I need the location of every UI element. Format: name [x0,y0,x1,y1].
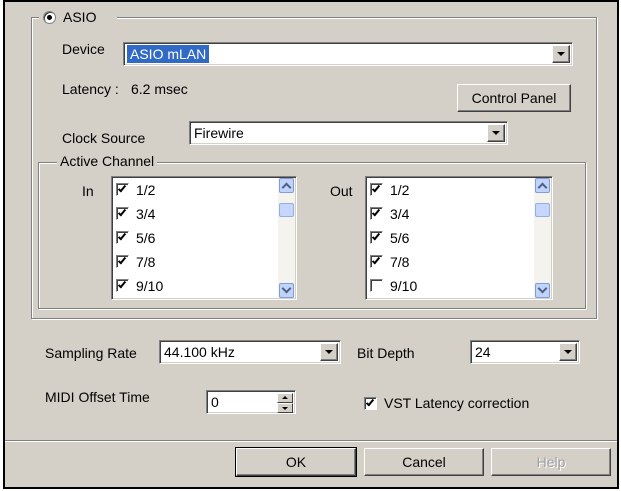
sampling-rate-combo[interactable]: 44.100 kHz [159,340,341,364]
sampling-rate-label: Sampling Rate [45,345,137,361]
in-label: In [82,183,94,199]
bit-depth-value: 24 [475,344,491,360]
cancel-label: Cancel [402,454,446,470]
chevron-up-icon [281,182,292,193]
in-channel-label: 9/10 [136,278,164,294]
out-channel-label: 9/10 [390,278,418,294]
midi-offset-label: MIDI Offset Time [45,389,150,405]
chevron-down-icon [281,283,292,294]
device-combo[interactable]: ASIO mLAN [123,42,573,66]
out-channel-label: 7/8 [390,254,410,270]
checkmark-icon [117,255,127,265]
vst-latency-checkbox[interactable] [364,397,377,410]
asio-group-legend[interactable]: ASIO [39,8,117,26]
out-label: Out [330,183,353,199]
bit-depth-combo[interactable]: 24 [470,340,580,364]
control-panel-label: Control Panel [471,90,557,106]
in-channel-label: 1/2 [136,182,156,198]
checkmark-icon [117,279,127,289]
asio-radio[interactable] [43,11,56,24]
spin-down-icon [282,407,288,410]
scroll-down-icon[interactable] [535,283,550,298]
chevron-up-icon [537,182,548,193]
scroll-down-icon[interactable] [279,283,294,298]
latency-value: 6.2 msec [131,81,188,97]
chevron-down-icon [537,283,548,294]
chevron-down-icon [492,131,500,135]
scroll-up-icon[interactable] [535,178,550,193]
checkmark-icon [371,255,381,265]
out-scroll-thumb[interactable] [535,203,550,217]
clock-source-dropdown-button[interactable] [487,124,505,142]
bit-depth-label: Bit Depth [357,345,415,361]
spin-up-icon [282,396,288,399]
in-channel-label: 5/6 [136,230,156,246]
midi-offset-value[interactable]: 0 [211,393,219,411]
midi-offset-spinner[interactable]: 0 [206,390,296,414]
in-scrollbar[interactable] [278,178,295,298]
checkmark-icon [371,183,381,193]
in-channel-checkbox[interactable] [116,207,129,220]
device-dropdown-button[interactable] [552,45,570,63]
control-panel-button[interactable]: Control Panel [457,84,571,112]
checkmark-icon [117,231,127,241]
clock-source-label: Clock Source [62,130,146,146]
chevron-down-icon [564,350,572,354]
out-channel-checkbox[interactable] [370,207,383,220]
latency-label: Latency : [62,81,119,97]
in-channel-label: 7/8 [136,254,156,270]
checkmark-icon [117,207,127,217]
sampling-rate-dropdown-button[interactable] [320,343,338,361]
in-channel-checkbox[interactable] [116,183,129,196]
out-channel-label: 5/6 [390,230,410,246]
out-channel-label: 3/4 [390,206,410,222]
spin-down-button[interactable] [277,403,293,413]
ok-button[interactable]: OK [235,447,357,477]
spin-up-button[interactable] [277,393,293,403]
in-channel-list[interactable]: 1/2 3/4 5/6 7/8 9/10 [111,176,297,300]
audio-settings-dialog: ASIO Device ASIO mLAN Latency : 6.2 msec… [3,0,619,489]
clock-source-combo[interactable]: Firewire [189,121,508,145]
out-channel-label: 1/2 [390,182,410,198]
in-channel-label: 3/4 [136,206,156,222]
in-channel-checkbox[interactable] [116,231,129,244]
device-value: ASIO mLAN [127,45,210,63]
out-channel-checkbox[interactable] [370,255,383,268]
device-label: Device [62,41,105,57]
active-channel-legend: Active Channel [57,153,158,169]
out-channel-checkbox[interactable] [370,183,383,196]
vst-latency-label[interactable]: VST Latency correction [384,394,529,412]
in-channel-checkbox[interactable] [116,255,129,268]
cancel-button[interactable]: Cancel [364,448,484,476]
help-label: Help [536,454,566,470]
out-channel-list[interactable]: 1/2 3/4 5/6 7/8 9/10 [365,176,553,300]
checkmark-icon [365,397,375,407]
chevron-down-icon [325,350,333,354]
checkmark-icon [117,183,127,193]
checkmark-icon [371,231,381,241]
checkmark-icon [371,207,381,217]
asio-radio-label: ASIO [63,9,97,25]
help-button[interactable]: Help [491,448,611,476]
out-channel-checkbox[interactable] [370,279,383,292]
in-scroll-thumb[interactable] [279,203,294,217]
out-scrollbar[interactable] [534,178,551,298]
radio-dot-icon [47,15,52,20]
separator [5,440,617,441]
bit-depth-dropdown-button[interactable] [559,343,577,361]
out-channel-checkbox[interactable] [370,231,383,244]
scroll-up-icon[interactable] [279,178,294,193]
clock-source-value: Firewire [194,125,244,141]
sampling-rate-value: 44.100 kHz [164,344,235,360]
chevron-down-icon [557,52,565,56]
ok-label: OK [285,454,307,470]
in-channel-checkbox[interactable] [116,279,129,292]
